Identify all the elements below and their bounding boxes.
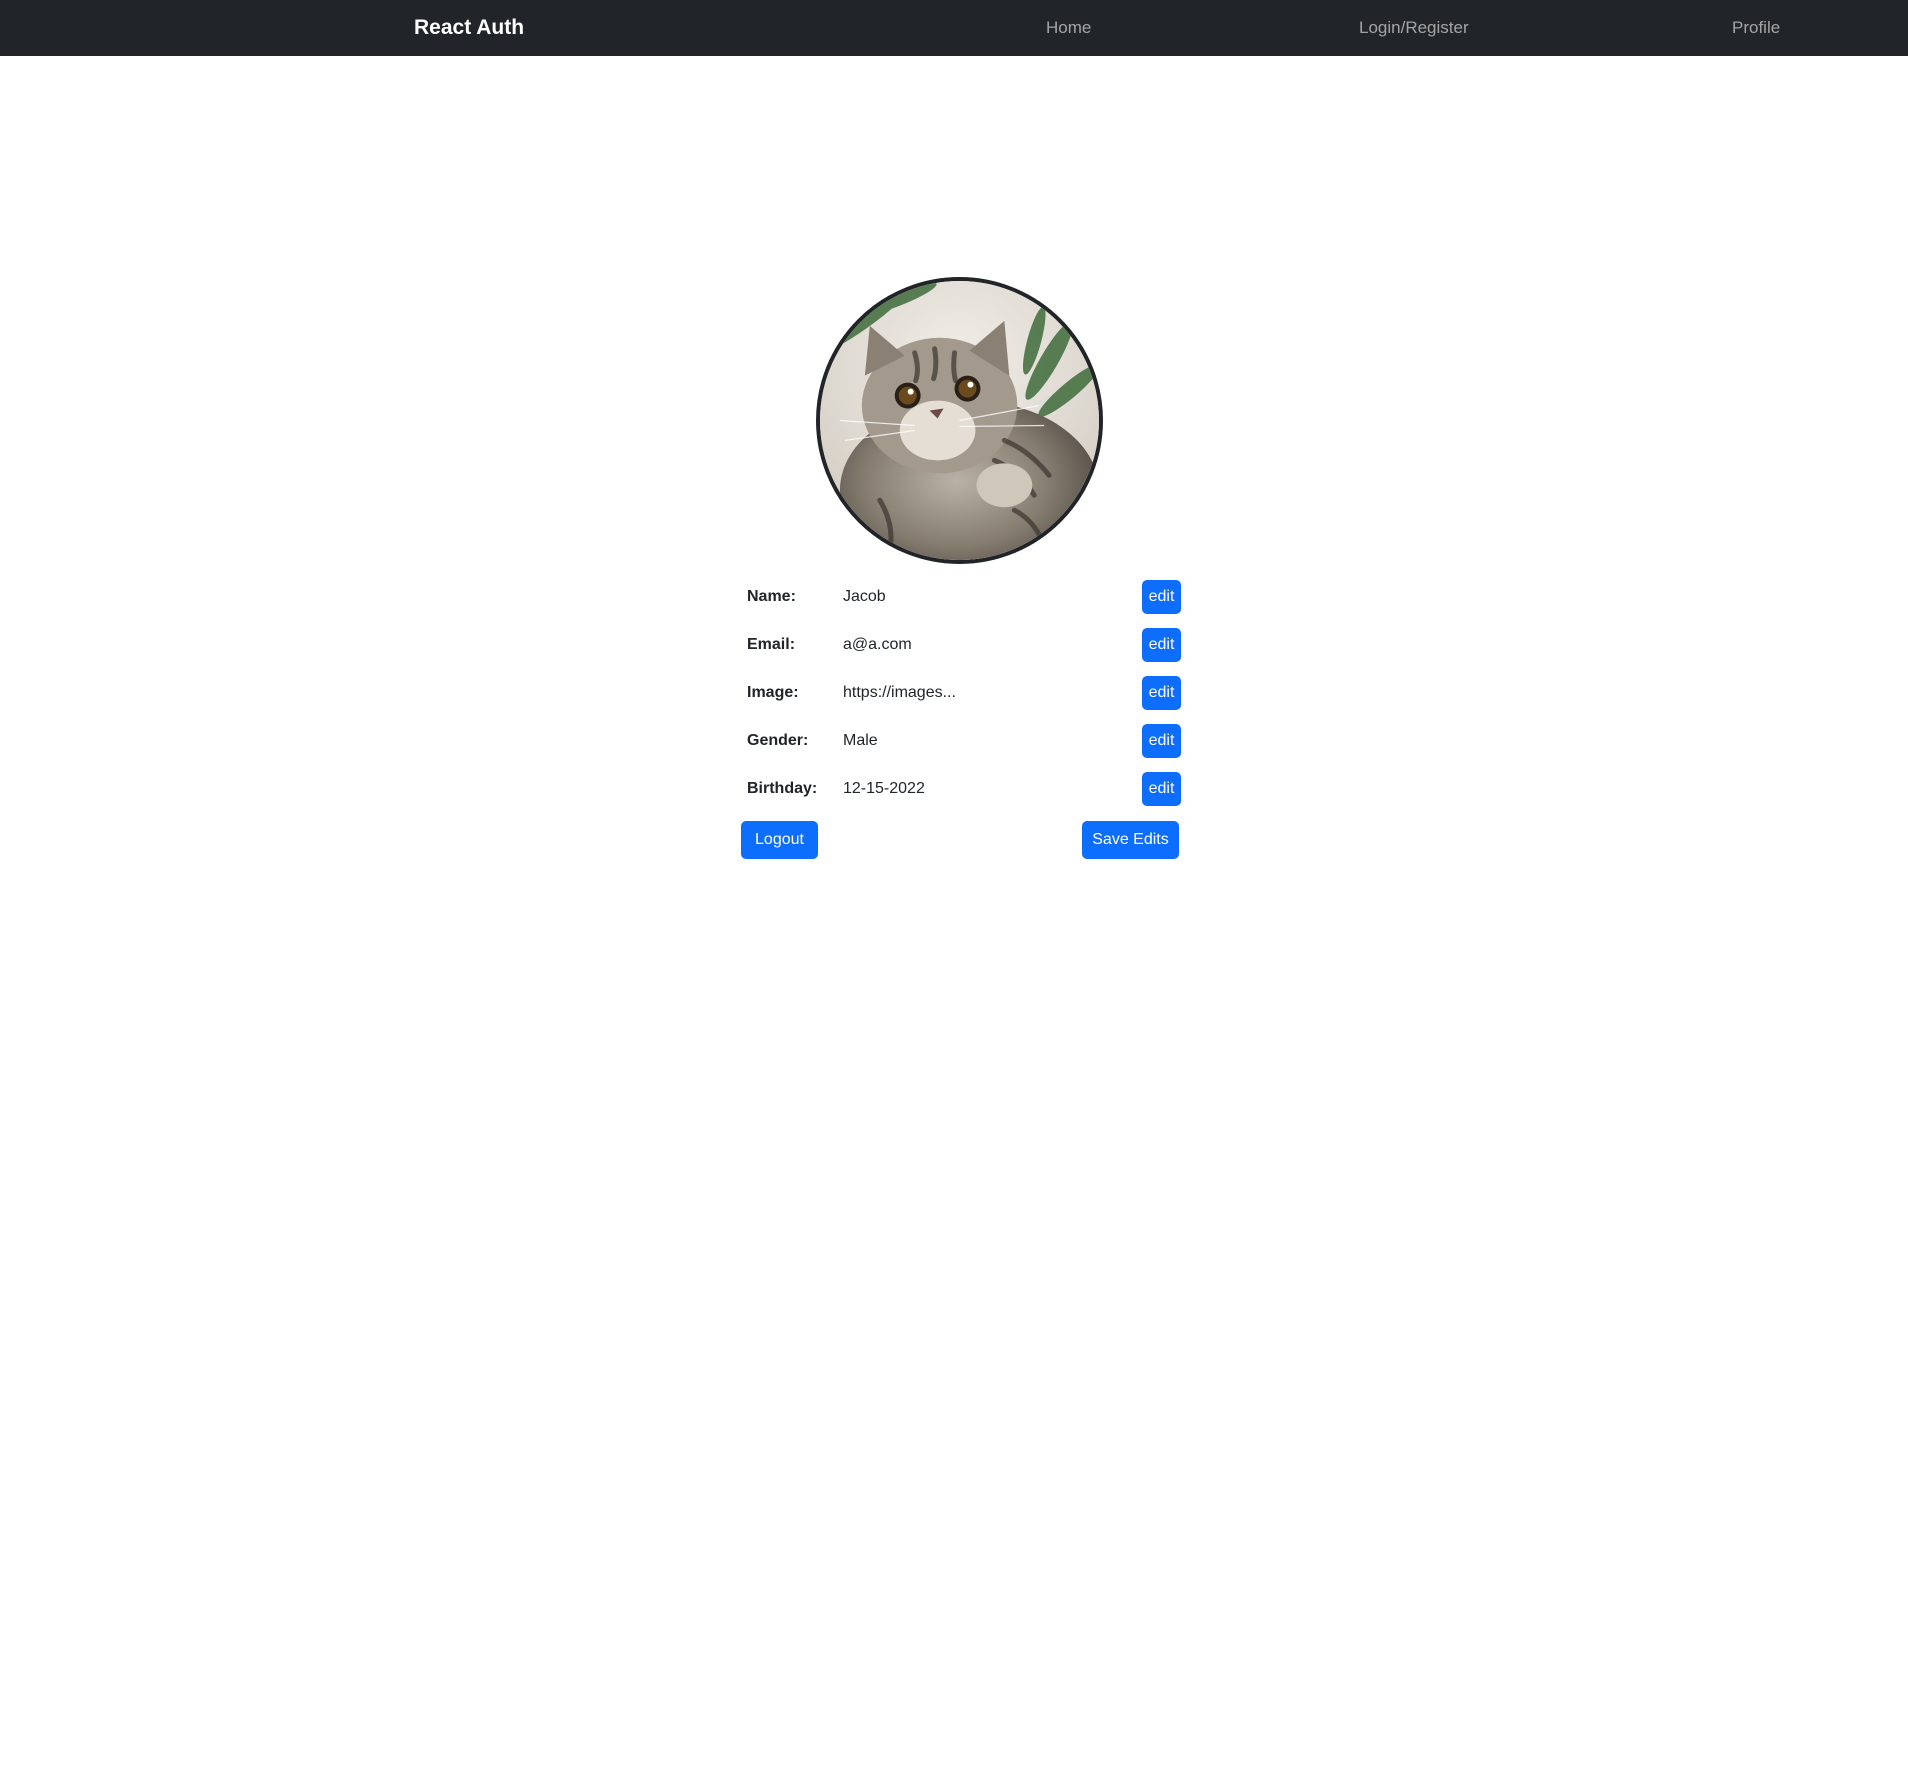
- edit-image-button[interactable]: edit: [1142, 676, 1181, 710]
- birthday-value: 12-15-2022: [843, 780, 925, 797]
- profile-field-image: Image: https://images... edit: [741, 676, 1181, 710]
- logout-button[interactable]: Logout: [741, 821, 818, 859]
- email-label: Email:: [747, 636, 796, 653]
- nav-link-profile[interactable]: Profile: [1732, 18, 1780, 38]
- edit-name-button[interactable]: edit: [1142, 580, 1181, 614]
- email-value: a@a.com: [843, 636, 912, 653]
- birthday-label: Birthday:: [747, 780, 818, 797]
- top-navbar: React Auth Home Login/Register Profile: [0, 0, 1908, 56]
- name-value: Jacob: [843, 588, 886, 605]
- cat-photo-icon: [820, 281, 1099, 560]
- navbar-brand[interactable]: React Auth: [414, 15, 524, 41]
- save-edits-button[interactable]: Save Edits: [1082, 821, 1179, 859]
- edit-gender-button[interactable]: edit: [1142, 724, 1181, 758]
- image-value: https://images...: [843, 684, 956, 701]
- profile-field-name: Name: Jacob edit: [741, 580, 1181, 614]
- gender-label: Gender:: [747, 732, 809, 749]
- image-label: Image:: [747, 684, 799, 701]
- edit-birthday-button[interactable]: edit: [1142, 772, 1181, 806]
- edit-email-button[interactable]: edit: [1142, 628, 1181, 662]
- nav-link-login-register[interactable]: Login/Register: [1359, 18, 1469, 38]
- gender-value: Male: [843, 732, 878, 749]
- profile-field-gender: Gender: Male edit: [741, 724, 1181, 758]
- profile-field-birthday: Birthday: 12-15-2022 edit: [741, 772, 1181, 806]
- profile-avatar: [816, 277, 1103, 564]
- profile-field-email: Email: a@a.com edit: [741, 628, 1181, 662]
- nav-link-home[interactable]: Home: [1046, 18, 1091, 38]
- name-label: Name:: [747, 588, 796, 605]
